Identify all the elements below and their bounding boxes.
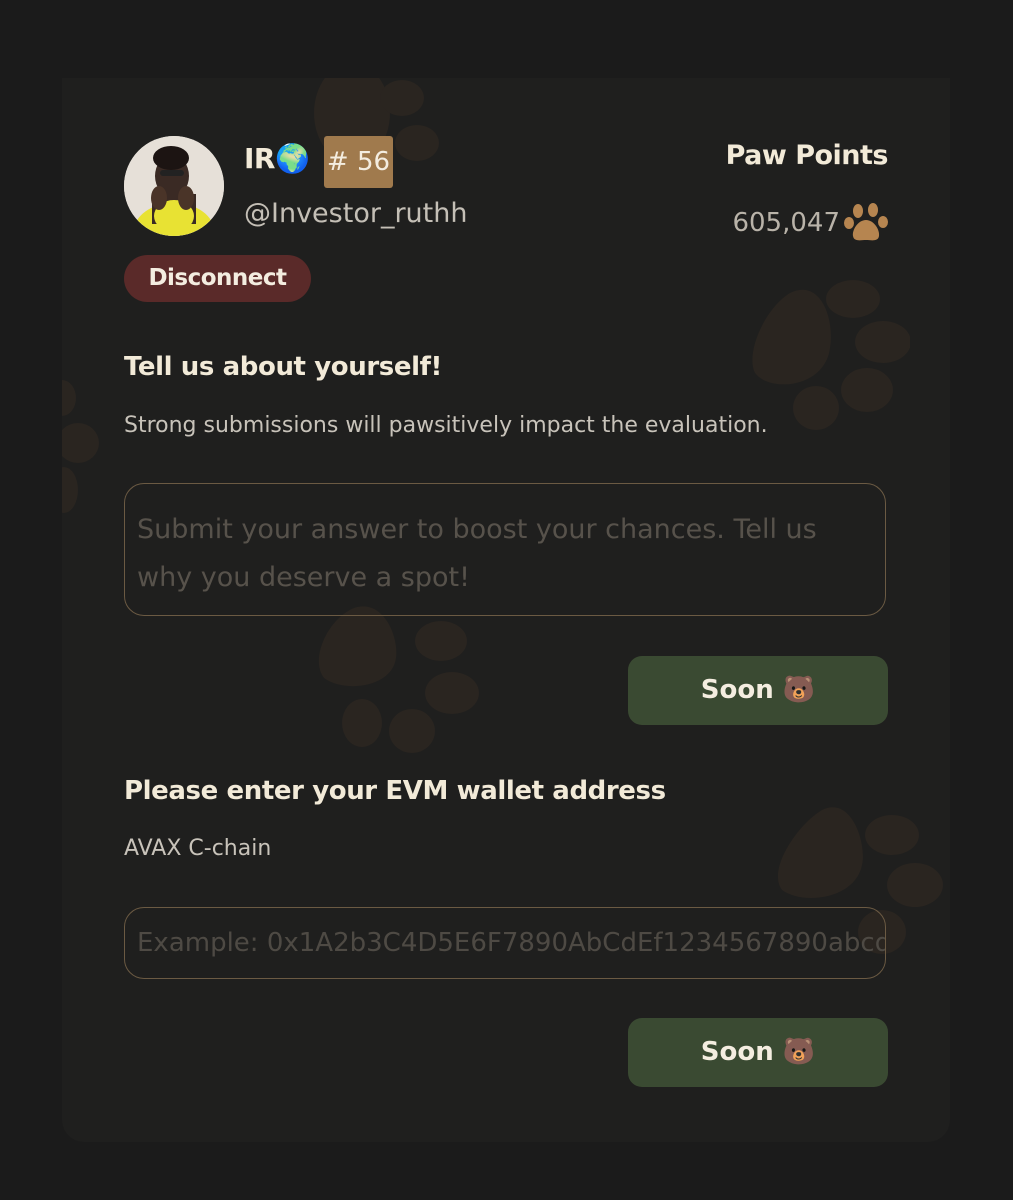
wallet-submit-button[interactable]: Soon 🐻 bbox=[628, 1018, 888, 1087]
about-heading: Tell us about yourself! bbox=[124, 352, 442, 382]
avatar bbox=[124, 136, 224, 236]
user-name: IR🌍 bbox=[244, 142, 310, 175]
paw-points-title: Paw Points bbox=[725, 140, 889, 171]
avatar-image bbox=[124, 136, 224, 236]
wallet-subtext: AVAX C-chain bbox=[124, 836, 272, 861]
about-subtext: Strong submissions will pawsitively impa… bbox=[124, 413, 768, 438]
about-textarea[interactable]: Submit your answer to boost your chances… bbox=[124, 483, 886, 616]
profile-card: IR🌍 # 56 @Investor_ruthh Paw Points 605,… bbox=[62, 78, 950, 1142]
background-paw-icon bbox=[752, 280, 910, 430]
user-handle: @Investor_ruthh bbox=[244, 198, 468, 229]
paw-icon bbox=[844, 203, 888, 241]
about-submit-button[interactable]: Soon 🐻 bbox=[628, 656, 888, 725]
background-paw-icon bbox=[62, 380, 99, 513]
paw-points-value: 605,047 bbox=[732, 208, 840, 238]
wallet-address-input[interactable]: Example: 0x1A2b3C4D5E6F7890AbCdEf1234567… bbox=[124, 907, 886, 979]
wallet-heading: Please enter your EVM wallet address bbox=[124, 776, 666, 806]
background-paw-icon bbox=[318, 606, 479, 753]
disconnect-button[interactable]: Disconnect bbox=[124, 255, 311, 302]
paw-points-row: 605,047 bbox=[732, 202, 888, 244]
rank-badge: # 56 bbox=[324, 136, 393, 188]
